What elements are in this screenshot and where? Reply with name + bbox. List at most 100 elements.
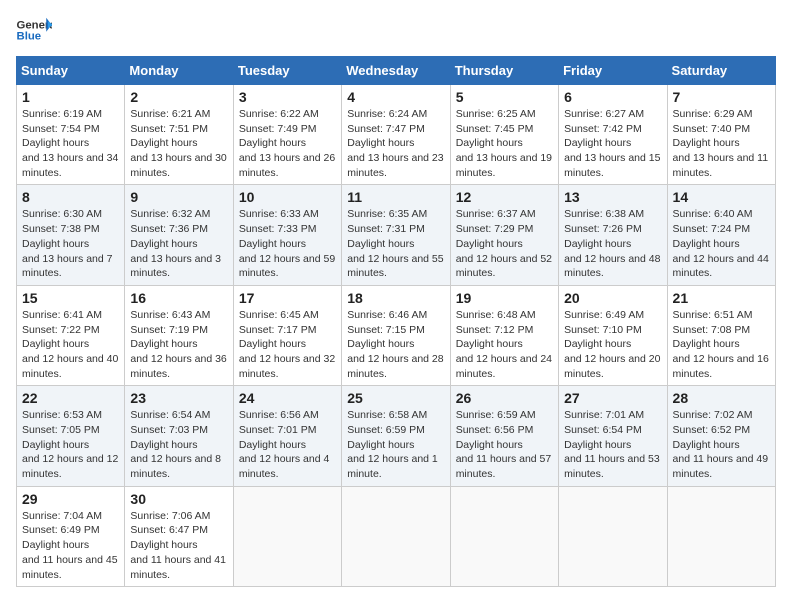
- calendar-day-22: 22 Sunrise: 6:53 AMSunset: 7:05 PMDaylig…: [17, 386, 125, 486]
- day-number: 29: [22, 491, 119, 507]
- day-number: 15: [22, 290, 119, 306]
- day-info: Sunrise: 6:21 AMSunset: 7:51 PMDaylight …: [130, 108, 226, 179]
- calendar-week-row: 22 Sunrise: 6:53 AMSunset: 7:05 PMDaylig…: [17, 386, 776, 486]
- calendar-day-28: 28 Sunrise: 7:02 AMSunset: 6:52 PMDaylig…: [667, 386, 775, 486]
- calendar-empty-cell: [667, 486, 775, 586]
- calendar-day-6: 6 Sunrise: 6:27 AMSunset: 7:42 PMDayligh…: [559, 85, 667, 185]
- day-number: 5: [456, 89, 553, 105]
- calendar-day-3: 3 Sunrise: 6:22 AMSunset: 7:49 PMDayligh…: [233, 85, 341, 185]
- weekday-header-saturday: Saturday: [667, 57, 775, 85]
- day-number: 18: [347, 290, 444, 306]
- day-info: Sunrise: 6:46 AMSunset: 7:15 PMDaylight …: [347, 309, 443, 380]
- day-info: Sunrise: 6:22 AMSunset: 7:49 PMDaylight …: [239, 108, 335, 179]
- day-number: 20: [564, 290, 661, 306]
- day-number: 11: [347, 189, 444, 205]
- day-info: Sunrise: 7:04 AMSunset: 6:49 PMDaylight …: [22, 510, 118, 581]
- day-info: Sunrise: 6:25 AMSunset: 7:45 PMDaylight …: [456, 108, 552, 179]
- calendar-day-21: 21 Sunrise: 6:51 AMSunset: 7:08 PMDaylig…: [667, 285, 775, 385]
- day-number: 13: [564, 189, 661, 205]
- calendar-day-12: 12 Sunrise: 6:37 AMSunset: 7:29 PMDaylig…: [450, 185, 558, 285]
- day-info: Sunrise: 6:30 AMSunset: 7:38 PMDaylight …: [22, 208, 113, 279]
- calendar-day-16: 16 Sunrise: 6:43 AMSunset: 7:19 PMDaylig…: [125, 285, 233, 385]
- day-info: Sunrise: 6:41 AMSunset: 7:22 PMDaylight …: [22, 309, 118, 380]
- calendar-day-4: 4 Sunrise: 6:24 AMSunset: 7:47 PMDayligh…: [342, 85, 450, 185]
- calendar-table: SundayMondayTuesdayWednesdayThursdayFrid…: [16, 56, 776, 587]
- calendar-day-8: 8 Sunrise: 6:30 AMSunset: 7:38 PMDayligh…: [17, 185, 125, 285]
- weekday-header-tuesday: Tuesday: [233, 57, 341, 85]
- calendar-day-1: 1 Sunrise: 6:19 AMSunset: 7:54 PMDayligh…: [17, 85, 125, 185]
- calendar-header-row: SundayMondayTuesdayWednesdayThursdayFrid…: [17, 57, 776, 85]
- day-info: Sunrise: 6:29 AMSunset: 7:40 PMDaylight …: [673, 108, 769, 179]
- calendar-empty-cell: [559, 486, 667, 586]
- day-number: 3: [239, 89, 336, 105]
- day-number: 16: [130, 290, 227, 306]
- day-info: Sunrise: 7:06 AMSunset: 6:47 PMDaylight …: [130, 510, 226, 581]
- day-number: 23: [130, 390, 227, 406]
- day-number: 30: [130, 491, 227, 507]
- weekday-header-thursday: Thursday: [450, 57, 558, 85]
- calendar-day-10: 10 Sunrise: 6:33 AMSunset: 7:33 PMDaylig…: [233, 185, 341, 285]
- day-number: 2: [130, 89, 227, 105]
- calendar-week-row: 29 Sunrise: 7:04 AMSunset: 6:49 PMDaylig…: [17, 486, 776, 586]
- day-number: 4: [347, 89, 444, 105]
- calendar-week-row: 15 Sunrise: 6:41 AMSunset: 7:22 PMDaylig…: [17, 285, 776, 385]
- day-number: 24: [239, 390, 336, 406]
- calendar-day-15: 15 Sunrise: 6:41 AMSunset: 7:22 PMDaylig…: [17, 285, 125, 385]
- day-info: Sunrise: 6:24 AMSunset: 7:47 PMDaylight …: [347, 108, 443, 179]
- calendar-day-30: 30 Sunrise: 7:06 AMSunset: 6:47 PMDaylig…: [125, 486, 233, 586]
- calendar-day-13: 13 Sunrise: 6:38 AMSunset: 7:26 PMDaylig…: [559, 185, 667, 285]
- day-info: Sunrise: 6:43 AMSunset: 7:19 PMDaylight …: [130, 309, 226, 380]
- calendar-day-2: 2 Sunrise: 6:21 AMSunset: 7:51 PMDayligh…: [125, 85, 233, 185]
- day-number: 9: [130, 189, 227, 205]
- calendar-week-row: 1 Sunrise: 6:19 AMSunset: 7:54 PMDayligh…: [17, 85, 776, 185]
- calendar-empty-cell: [342, 486, 450, 586]
- calendar-day-9: 9 Sunrise: 6:32 AMSunset: 7:36 PMDayligh…: [125, 185, 233, 285]
- day-info: Sunrise: 6:59 AMSunset: 6:56 PMDaylight …: [456, 409, 552, 480]
- weekday-header-monday: Monday: [125, 57, 233, 85]
- calendar-day-24: 24 Sunrise: 6:56 AMSunset: 7:01 PMDaylig…: [233, 386, 341, 486]
- logo-icon: General Blue: [16, 16, 52, 44]
- weekday-header-friday: Friday: [559, 57, 667, 85]
- calendar-empty-cell: [450, 486, 558, 586]
- day-info: Sunrise: 6:35 AMSunset: 7:31 PMDaylight …: [347, 208, 443, 279]
- day-info: Sunrise: 6:58 AMSunset: 6:59 PMDaylight …: [347, 409, 438, 480]
- day-number: 14: [673, 189, 770, 205]
- day-info: Sunrise: 6:54 AMSunset: 7:03 PMDaylight …: [130, 409, 221, 480]
- calendar-day-11: 11 Sunrise: 6:35 AMSunset: 7:31 PMDaylig…: [342, 185, 450, 285]
- day-info: Sunrise: 6:38 AMSunset: 7:26 PMDaylight …: [564, 208, 660, 279]
- day-info: Sunrise: 7:02 AMSunset: 6:52 PMDaylight …: [673, 409, 769, 480]
- calendar-week-row: 8 Sunrise: 6:30 AMSunset: 7:38 PMDayligh…: [17, 185, 776, 285]
- day-info: Sunrise: 6:19 AMSunset: 7:54 PMDaylight …: [22, 108, 118, 179]
- calendar-day-17: 17 Sunrise: 6:45 AMSunset: 7:17 PMDaylig…: [233, 285, 341, 385]
- calendar-day-20: 20 Sunrise: 6:49 AMSunset: 7:10 PMDaylig…: [559, 285, 667, 385]
- weekday-header-sunday: Sunday: [17, 57, 125, 85]
- svg-text:Blue: Blue: [17, 31, 42, 43]
- day-number: 7: [673, 89, 770, 105]
- day-number: 22: [22, 390, 119, 406]
- day-number: 1: [22, 89, 119, 105]
- calendar-day-19: 19 Sunrise: 6:48 AMSunset: 7:12 PMDaylig…: [450, 285, 558, 385]
- day-number: 6: [564, 89, 661, 105]
- day-number: 25: [347, 390, 444, 406]
- day-info: Sunrise: 6:51 AMSunset: 7:08 PMDaylight …: [673, 309, 769, 380]
- calendar-day-23: 23 Sunrise: 6:54 AMSunset: 7:03 PMDaylig…: [125, 386, 233, 486]
- calendar-day-26: 26 Sunrise: 6:59 AMSunset: 6:56 PMDaylig…: [450, 386, 558, 486]
- day-number: 10: [239, 189, 336, 205]
- calendar-day-14: 14 Sunrise: 6:40 AMSunset: 7:24 PMDaylig…: [667, 185, 775, 285]
- calendar-day-5: 5 Sunrise: 6:25 AMSunset: 7:45 PMDayligh…: [450, 85, 558, 185]
- weekday-header-wednesday: Wednesday: [342, 57, 450, 85]
- day-number: 19: [456, 290, 553, 306]
- day-info: Sunrise: 6:56 AMSunset: 7:01 PMDaylight …: [239, 409, 330, 480]
- day-number: 8: [22, 189, 119, 205]
- day-info: Sunrise: 6:48 AMSunset: 7:12 PMDaylight …: [456, 309, 552, 380]
- day-number: 17: [239, 290, 336, 306]
- day-info: Sunrise: 7:01 AMSunset: 6:54 PMDaylight …: [564, 409, 660, 480]
- day-number: 21: [673, 290, 770, 306]
- day-number: 26: [456, 390, 553, 406]
- day-info: Sunrise: 6:27 AMSunset: 7:42 PMDaylight …: [564, 108, 660, 179]
- calendar-body: 1 Sunrise: 6:19 AMSunset: 7:54 PMDayligh…: [17, 85, 776, 587]
- calendar-day-18: 18 Sunrise: 6:46 AMSunset: 7:15 PMDaylig…: [342, 285, 450, 385]
- day-info: Sunrise: 6:45 AMSunset: 7:17 PMDaylight …: [239, 309, 335, 380]
- calendar-day-7: 7 Sunrise: 6:29 AMSunset: 7:40 PMDayligh…: [667, 85, 775, 185]
- day-info: Sunrise: 6:49 AMSunset: 7:10 PMDaylight …: [564, 309, 660, 380]
